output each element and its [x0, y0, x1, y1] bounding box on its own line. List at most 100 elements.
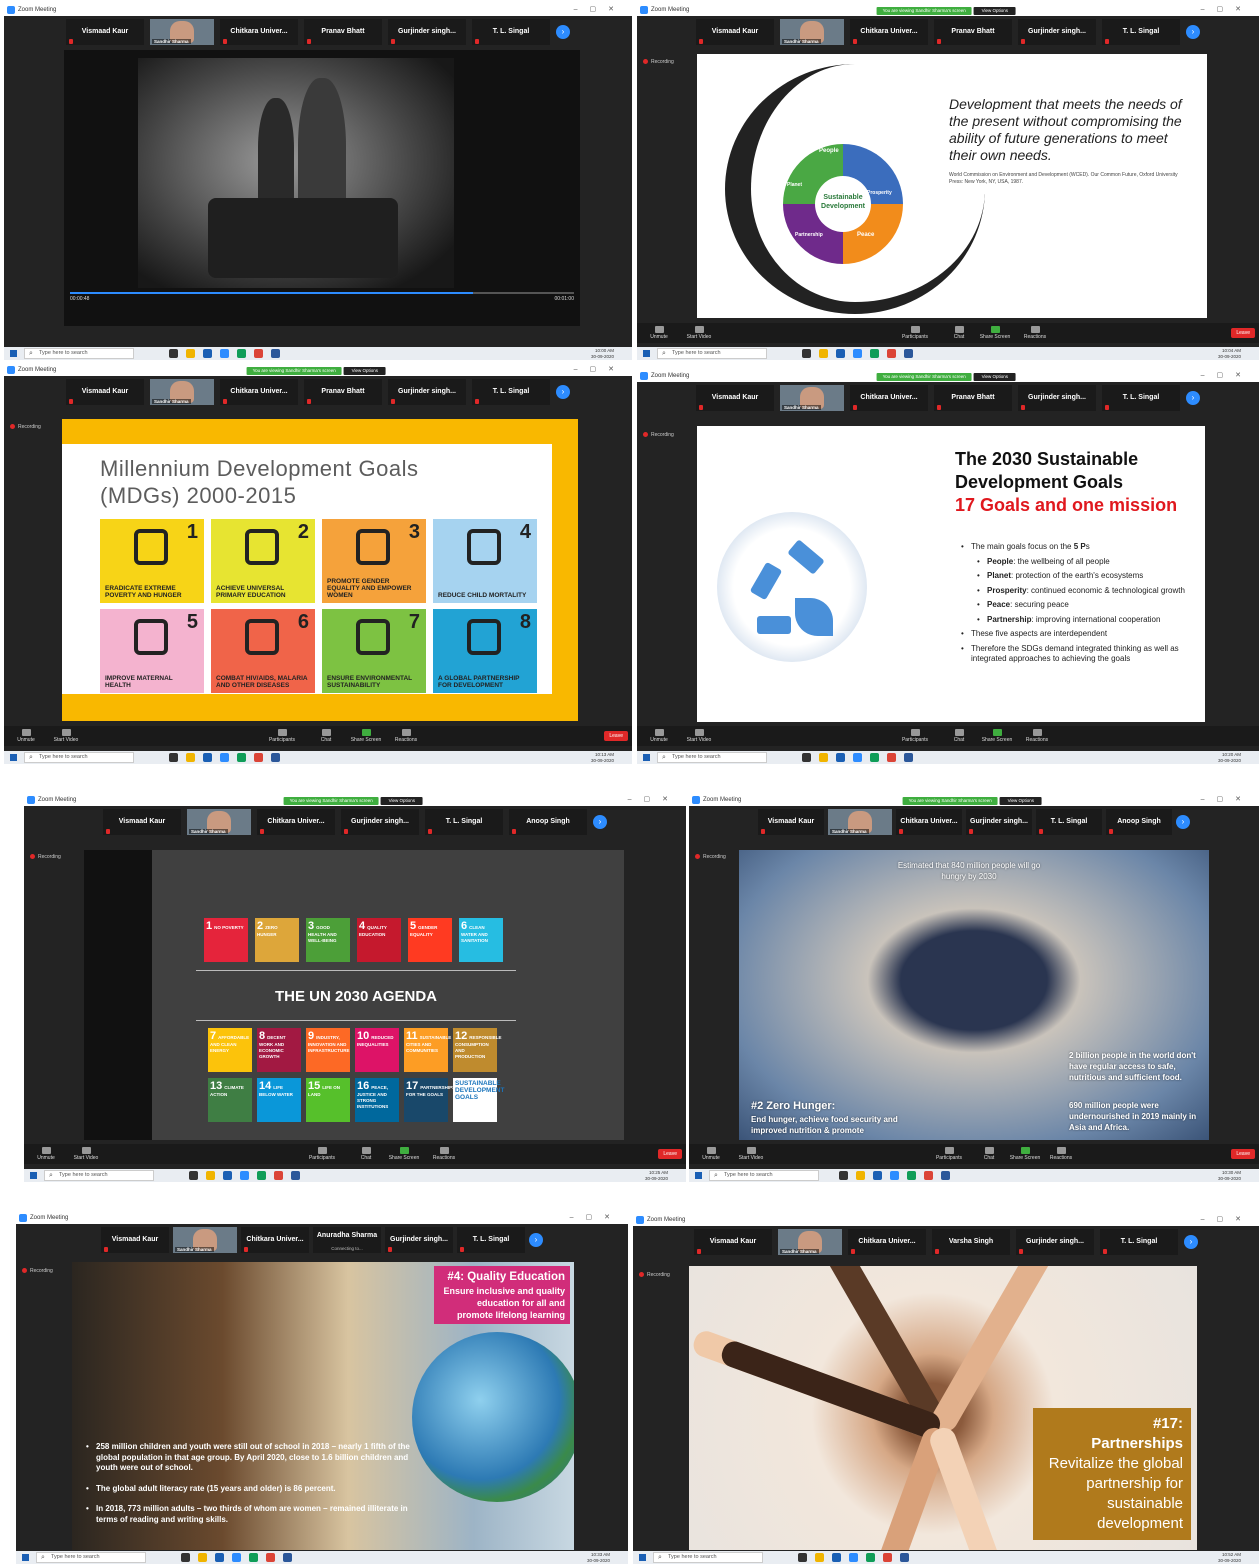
windows-start-icon[interactable]	[10, 754, 17, 761]
leave-button[interactable]: Leave	[1231, 1149, 1255, 1159]
start-video-button[interactable]: Start Video	[66, 1147, 106, 1161]
participant-tile[interactable]: Gurjinder singh...	[388, 379, 466, 405]
edge-icon[interactable]	[870, 753, 879, 762]
window-controls[interactable]: –▢✕	[1201, 370, 1253, 382]
presenter-video[interactable]: Sandhir Sharma	[150, 19, 214, 45]
store-icon[interactable]	[832, 1553, 841, 1562]
participant-tile[interactable]: Chitkara Univer...	[896, 809, 962, 835]
windows-start-icon[interactable]	[22, 1554, 29, 1561]
unmute-button[interactable]: Unmute	[6, 729, 46, 743]
participant-tile[interactable]: Pranav Bhatt	[934, 19, 1012, 45]
participant-tile[interactable]: Gurjinder singh...	[1018, 385, 1096, 411]
presenter-video[interactable]: Sandhir Sharma	[778, 1229, 842, 1255]
task-view-icon[interactable]	[169, 753, 178, 762]
share-screen-button[interactable]: Share Screen	[1005, 1147, 1045, 1161]
presenter-video[interactable]: Sandhir Sharma	[828, 809, 892, 835]
zoom-app-icon[interactable]	[853, 753, 862, 762]
participant-tile[interactable]: T. L. Singal	[472, 19, 550, 45]
presenter-video[interactable]: Sandhir Sharma	[780, 385, 844, 411]
zoom-app-icon[interactable]	[240, 1171, 249, 1180]
participant-tile[interactable]: Pranav Bhatt	[304, 19, 382, 45]
store-icon[interactable]	[215, 1553, 224, 1562]
edge-icon[interactable]	[237, 753, 246, 762]
participant-tile[interactable]: T. L. Singal	[425, 809, 503, 835]
taskbar-search[interactable]: Type here to search	[44, 1170, 154, 1181]
start-video-button[interactable]: Start Video	[46, 729, 86, 743]
chrome-icon[interactable]	[254, 753, 263, 762]
file-explorer-icon[interactable]	[206, 1171, 215, 1180]
reactions-button[interactable]: Reactions	[424, 1147, 464, 1161]
reactions-button[interactable]: Reactions	[1041, 1147, 1081, 1161]
participant-tile[interactable]: T. L. Singal	[1102, 385, 1180, 411]
taskbar-search[interactable]: Type here to search	[24, 752, 134, 763]
start-video-button[interactable]: Start Video	[679, 326, 719, 340]
participant-tile[interactable]: Gurjinder singh...	[966, 809, 1032, 835]
participant-tile[interactable]: Pranav Bhatt	[934, 385, 1012, 411]
word-icon[interactable]	[271, 753, 280, 762]
participant-tile[interactable]: Chitkara Univer...	[220, 19, 298, 45]
chat-button[interactable]: Chat	[939, 729, 979, 743]
window-controls[interactable]: –▢✕	[628, 794, 680, 806]
leave-button[interactable]: Leave	[604, 731, 628, 741]
chat-button[interactable]: Chat	[969, 1147, 1009, 1161]
view-options-button[interactable]: View Options	[973, 7, 1016, 15]
zoom-app-icon[interactable]	[849, 1553, 858, 1562]
word-icon[interactable]	[904, 349, 913, 358]
file-explorer-icon[interactable]	[198, 1553, 207, 1562]
leave-button[interactable]: Leave	[658, 1149, 682, 1159]
word-icon[interactable]	[271, 349, 280, 358]
word-icon[interactable]	[904, 753, 913, 762]
task-view-icon[interactable]	[802, 349, 811, 358]
chat-button[interactable]: Chat	[939, 326, 979, 340]
edge-icon[interactable]	[257, 1171, 266, 1180]
leave-button[interactable]: Leave	[1231, 328, 1255, 338]
chrome-icon[interactable]	[924, 1171, 933, 1180]
zoom-app-icon[interactable]	[232, 1553, 241, 1562]
participant-tile[interactable]: Vismaad Kaur	[758, 809, 824, 835]
participant-tile[interactable]: Gurjinder singh...	[341, 809, 419, 835]
windows-start-icon[interactable]	[10, 350, 17, 357]
presenter-video[interactable]: Sandhir Sharma	[173, 1227, 237, 1253]
next-page-icon[interactable]: ›	[529, 1233, 543, 1247]
edge-icon[interactable]	[907, 1171, 916, 1180]
edge-icon[interactable]	[870, 349, 879, 358]
participants-button[interactable]: Participants	[895, 729, 935, 743]
taskbar-search[interactable]: Type here to search	[653, 1552, 763, 1563]
word-icon[interactable]	[283, 1553, 292, 1562]
presenter-video[interactable]: Sandhir Sharma	[780, 19, 844, 45]
participant-tile[interactable]: Chitkara Univer...	[848, 1229, 926, 1255]
store-icon[interactable]	[203, 753, 212, 762]
start-video-button[interactable]: Start Video	[731, 1147, 771, 1161]
participant-tile[interactable]: Vismaad Kaur	[66, 19, 144, 45]
store-icon[interactable]	[223, 1171, 232, 1180]
view-options-button[interactable]: View Options	[999, 797, 1042, 805]
participant-tile[interactable]: Gurjinder singh...	[388, 19, 466, 45]
participant-tile[interactable]: Vismaad Kaur	[696, 385, 774, 411]
task-view-icon[interactable]	[169, 349, 178, 358]
reactions-button[interactable]: Reactions	[1015, 326, 1055, 340]
participant-tile[interactable]: Vismaad Kaur	[66, 379, 144, 405]
store-icon[interactable]	[836, 753, 845, 762]
share-screen-button[interactable]: Share Screen	[975, 326, 1015, 340]
windows-start-icon[interactable]	[30, 1172, 37, 1179]
chrome-icon[interactable]	[254, 349, 263, 358]
participant-tile[interactable]: Pranav Bhatt	[304, 379, 382, 405]
chrome-icon[interactable]	[887, 349, 896, 358]
participant-tile[interactable]: T. L. Singal	[1100, 1229, 1178, 1255]
participant-tile[interactable]: T. L. Singal	[1102, 19, 1180, 45]
taskbar-search[interactable]: Type here to search	[657, 348, 767, 359]
participant-tile[interactable]: Chitkara Univer...	[220, 379, 298, 405]
chat-button[interactable]: Chat	[346, 1147, 386, 1161]
view-options-button[interactable]: View Options	[343, 367, 386, 375]
participant-tile[interactable]: Chitkara Univer...	[850, 19, 928, 45]
taskbar-search[interactable]: Type here to search	[709, 1170, 819, 1181]
reactions-button[interactable]: Reactions	[1017, 729, 1057, 743]
participant-tile[interactable]: Vismaad Kaur	[101, 1227, 169, 1253]
unmute-button[interactable]: Unmute	[639, 326, 679, 340]
unmute-button[interactable]: Unmute	[26, 1147, 66, 1161]
view-options-button[interactable]: View Options	[973, 373, 1016, 381]
file-explorer-icon[interactable]	[815, 1553, 824, 1562]
video-player[interactable]: 00:00:48 00:01:00	[64, 50, 580, 326]
presenter-video[interactable]: Sandhir Sharma	[150, 379, 214, 405]
next-page-icon[interactable]: ›	[1186, 391, 1200, 405]
